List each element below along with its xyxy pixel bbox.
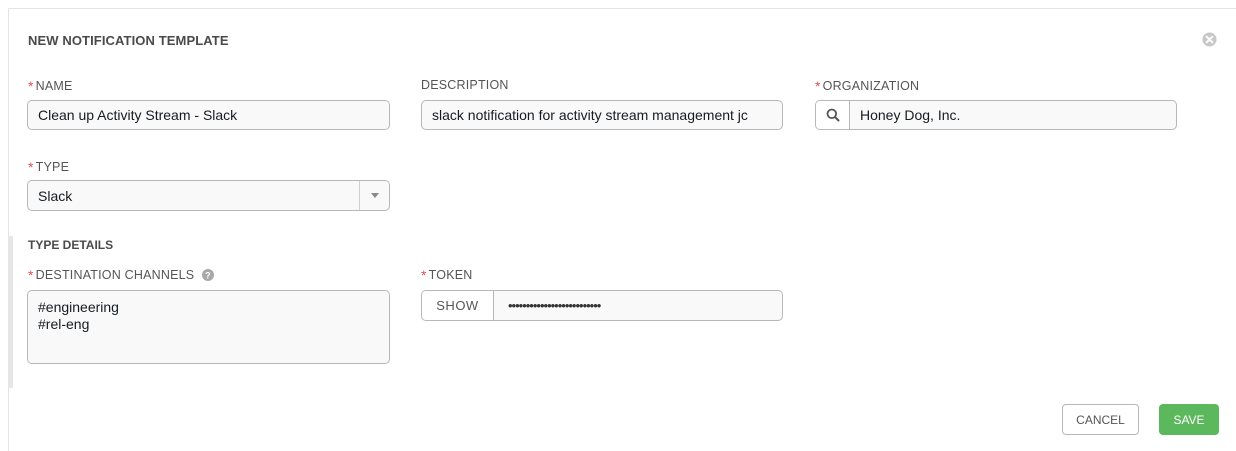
required-marker: * (28, 267, 34, 283)
save-button[interactable]: SAVE (1159, 404, 1219, 435)
search-icon (826, 108, 839, 122)
organization-search-button[interactable] (816, 101, 850, 129)
notification-template-panel (8, 8, 1236, 451)
token-label: * TOKEN (421, 267, 473, 283)
required-marker: * (815, 78, 821, 94)
token-field[interactable]: SHOW •••••••••••••••••••••••••• (421, 290, 783, 321)
type-details-heading: TYPE DETAILS (28, 238, 114, 252)
help-icon[interactable]: ? (202, 269, 214, 281)
token-input[interactable]: •••••••••••••••••••••••••• (494, 291, 782, 320)
required-marker: * (28, 78, 34, 94)
dialog-title: NEW NOTIFICATION TEMPLATE (28, 33, 229, 48)
channel-line: #engineering (38, 299, 119, 315)
destination-channels-textarea[interactable]: #engineering #rel-eng (27, 290, 390, 364)
channel-line: #rel-eng (38, 316, 90, 332)
organization-label: * ORGANIZATION (815, 78, 920, 94)
name-label: * NAME (28, 78, 73, 94)
type-label: * TYPE (28, 159, 70, 175)
close-icon[interactable] (1202, 32, 1217, 47)
svg-text:?: ? (205, 270, 211, 280)
description-input[interactable]: slack notification for activity stream m… (421, 100, 783, 130)
type-dropdown-toggle[interactable] (359, 181, 389, 210)
required-marker: * (28, 159, 34, 175)
organization-lookup[interactable]: Honey Dog, Inc. (815, 100, 1177, 130)
show-token-button[interactable]: SHOW (422, 291, 494, 320)
name-input[interactable]: Clean up Activity Stream - Slack (27, 100, 390, 130)
destination-channels-label: * DESTINATION CHANNELS ? (28, 267, 214, 283)
cancel-button[interactable]: CANCEL (1062, 404, 1139, 435)
caret-down-icon (370, 193, 379, 198)
organization-value: Honey Dog, Inc. (860, 107, 961, 123)
description-label: DESCRIPTION (421, 78, 509, 92)
type-selected-value: Slack (38, 187, 73, 204)
required-marker: * (421, 267, 427, 283)
type-details-indicator (8, 236, 13, 388)
type-select[interactable]: Slack (27, 180, 390, 211)
